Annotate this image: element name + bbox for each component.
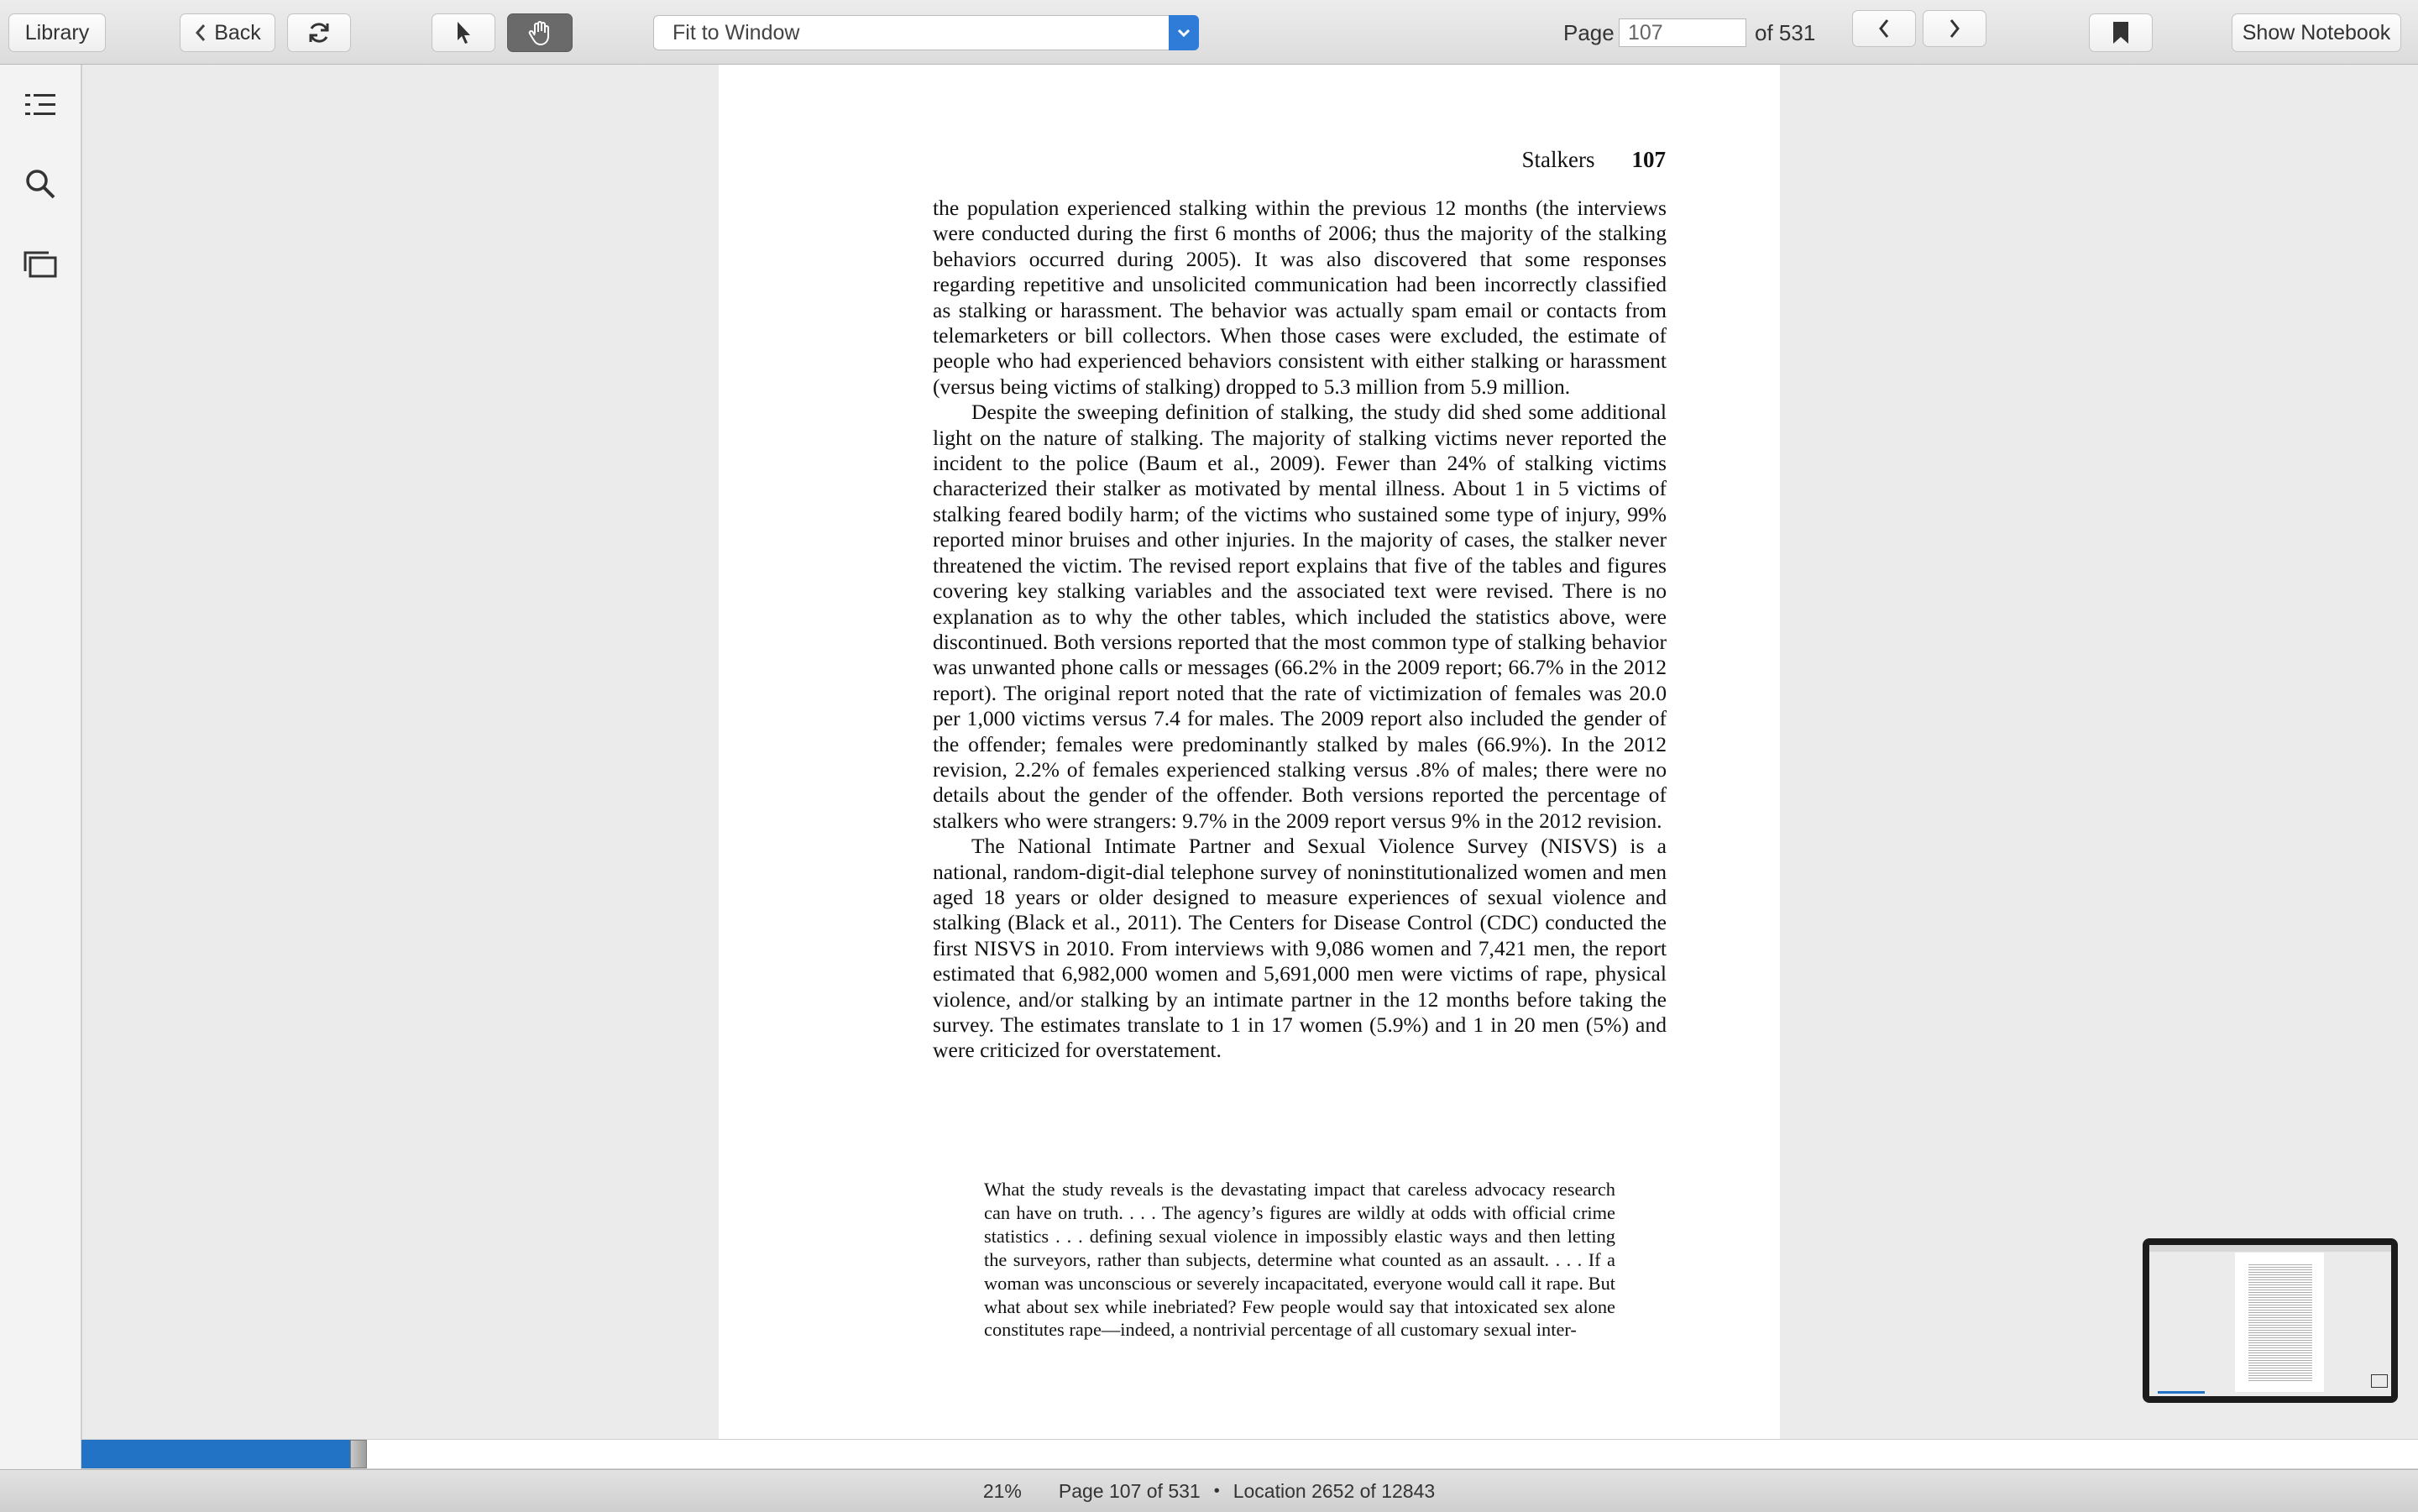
navigator-viewport-box[interactable] [2371, 1374, 2388, 1388]
running-head-page-number: 107 [1631, 147, 1667, 172]
navigator-text-lines [2248, 1264, 2312, 1382]
progress-percent: 21% [982, 1479, 1022, 1502]
zoom-mode-value: Fit to Window [673, 20, 800, 44]
reading-progress-bar[interactable] [81, 1439, 2418, 1469]
back-button[interactable]: Back [180, 13, 275, 52]
thumbnails-icon[interactable] [22, 246, 59, 283]
block-quote: What the study reveals is the devastatin… [984, 1179, 1615, 1341]
prev-page-icon [1879, 19, 1889, 38]
page-navigator-thumbnail[interactable] [2143, 1238, 2398, 1403]
navigator-page [2235, 1253, 2324, 1392]
pointer-icon [458, 22, 470, 44]
zoom-mode-select[interactable]: Fit to Window [653, 15, 1199, 50]
body-text: the population experienced stalking with… [933, 196, 1667, 1064]
page-number-value: 107 [1628, 21, 1663, 44]
back-button-label: Back [214, 20, 261, 44]
navigator-progress [2158, 1391, 2205, 1394]
page-number-input[interactable]: 107 [1619, 18, 1746, 47]
navigator-toolbar [2149, 1245, 2391, 1252]
paragraph: Despite the sweeping definition of stalk… [933, 400, 1667, 833]
paragraph: The National Intimate Partner and Sexual… [933, 834, 1667, 1063]
bookmark-icon [2113, 22, 2128, 44]
search-icon[interactable] [22, 165, 59, 202]
progress-handle[interactable] [350, 1440, 367, 1468]
show-notebook-button[interactable]: Show Notebook [2232, 13, 2401, 52]
navigator-preview [2149, 1245, 2391, 1396]
refresh-icon [309, 23, 329, 43]
chevron-left-icon [196, 24, 206, 41]
status-bar: 21% Page 107 of 531 • Location 2652 of 1… [0, 1469, 2418, 1512]
sidebar [0, 65, 82, 1469]
toolbar: Library Back Fit to Window Page 107 of 5… [0, 0, 2418, 65]
location-position: Location 2652 of 12843 [1233, 1479, 1436, 1502]
refresh-button[interactable] [287, 13, 351, 52]
progress-fill [81, 1440, 350, 1468]
status-separator: • [1213, 1481, 1220, 1500]
chevron-down-icon[interactable] [1169, 15, 1199, 50]
page-position: Page 107 of 531 [1058, 1479, 1201, 1502]
book-page[interactable]: Stalkers 107 the population experienced s… [719, 65, 1780, 1439]
prev-page-button[interactable] [1852, 10, 1916, 47]
hand-tool-button[interactable] [507, 13, 573, 52]
running-head: Stalkers 107 [1522, 147, 1667, 173]
running-head-title: Stalkers [1521, 147, 1595, 172]
show-notebook-label: Show Notebook [2242, 20, 2391, 44]
next-page-button[interactable] [1923, 10, 1986, 47]
select-tool-button[interactable] [432, 13, 495, 52]
library-button[interactable]: Library [8, 13, 106, 52]
table-of-contents-icon[interactable] [22, 86, 59, 123]
next-page-icon [1950, 19, 1960, 38]
page-label: Page [1563, 20, 1615, 45]
library-button-label: Library [24, 20, 90, 44]
bookmark-button[interactable] [2089, 13, 2153, 52]
paragraph: the population experienced stalking with… [933, 196, 1667, 399]
hand-icon [528, 21, 549, 46]
page-total-label: of 531 [1755, 20, 1816, 45]
